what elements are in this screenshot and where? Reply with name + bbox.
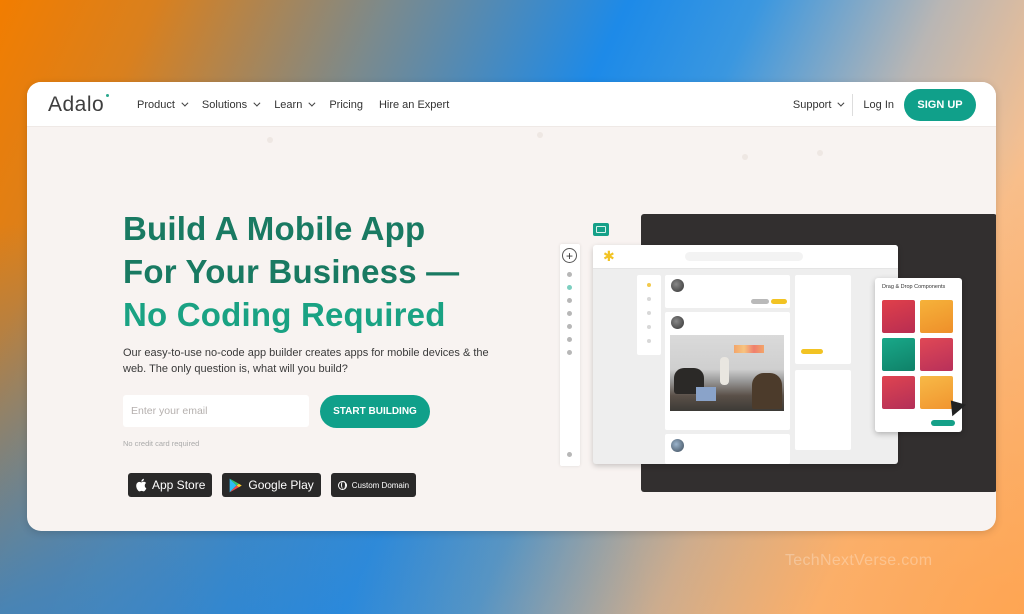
logo-dot-icon	[106, 94, 110, 97]
panel-action-button	[931, 420, 955, 426]
google-play-label: Google Play	[248, 478, 314, 492]
nav-right: Support Log In SIGN UP	[793, 82, 976, 127]
toolbar-icon	[567, 337, 572, 342]
hero-description: Our easy-to-use no-code app builder crea…	[123, 347, 489, 375]
browser-frame: Adalo Product Solutions Learn Pricing Hi…	[27, 82, 996, 531]
mockup-post-card	[665, 275, 790, 308]
chevron-down-icon	[253, 99, 261, 107]
app-store-badge[interactable]: App Store	[128, 473, 213, 497]
watermark: TechNextVerse.com	[785, 552, 933, 569]
globe-icon	[337, 480, 347, 490]
hero-title-line-3: No Coding Required	[123, 296, 446, 333]
nav-dot	[647, 311, 651, 315]
start-building-button[interactable]: START BUILDING	[320, 395, 430, 428]
nav-dot	[647, 297, 651, 301]
custom-domain-badge[interactable]: Custom Domain	[330, 473, 417, 497]
avatar	[671, 279, 684, 292]
app-store-label: App Store	[152, 478, 206, 492]
add-component-icon: +	[562, 248, 577, 263]
avatar	[671, 439, 684, 452]
decorative-dot	[537, 132, 543, 138]
custom-domain-label: Custom Domain	[351, 480, 410, 490]
mockup-list-card	[795, 275, 851, 364]
nav-support-label: Support	[792, 98, 832, 111]
nav-solutions[interactable]: Solutions	[201, 98, 261, 111]
decorative-dot	[742, 154, 748, 160]
nav-divider	[852, 93, 854, 116]
device-preview-icon	[593, 223, 609, 236]
app-logo-star-icon: ✱	[603, 248, 615, 264]
logo-text: Adalo	[48, 93, 105, 116]
nav-links: Product Solutions Learn Pricing Hire an …	[137, 82, 449, 127]
panel-title: Drag & Drop Components	[882, 284, 946, 290]
mockup-pill	[801, 349, 823, 354]
mockup-photo-card	[665, 312, 790, 430]
nav-support[interactable]: Support	[792, 98, 845, 111]
decorative-dot	[267, 137, 273, 143]
team-meeting-photo	[670, 335, 784, 411]
toolbar-icon	[567, 285, 572, 290]
nav-solutions-label: Solutions	[201, 98, 248, 111]
nav-learn[interactable]: Learn	[274, 98, 316, 111]
mockup-app-header: ✱	[593, 245, 898, 269]
component-tile	[920, 300, 953, 333]
mockup-toolbar: +	[560, 244, 580, 466]
email-input[interactable]	[123, 395, 309, 427]
avatar	[671, 316, 684, 329]
nav-pricing[interactable]: Pricing	[329, 99, 363, 111]
google-play-badge[interactable]: Google Play	[222, 473, 321, 497]
nav-learn-label: Learn	[274, 98, 303, 111]
mockup-side-nav	[637, 275, 661, 355]
component-tile	[882, 338, 915, 371]
mockup-search-bar	[685, 252, 803, 261]
chevron-down-icon	[308, 99, 316, 107]
mockup-pill	[751, 299, 769, 304]
chevron-down-icon	[181, 99, 189, 107]
nav-dot	[647, 325, 651, 329]
toolbar-icon	[567, 350, 572, 355]
hero-title-line-1: Build A Mobile App	[123, 210, 426, 247]
nav-hire-expert-label: Hire an Expert	[378, 98, 450, 111]
hero-title: Build A Mobile App For Your Business — N…	[123, 207, 459, 336]
toolbar-icon	[567, 298, 572, 303]
toolbar-icon	[567, 324, 572, 329]
chevron-down-icon	[837, 99, 845, 107]
signup-button[interactable]: SIGN UP	[904, 88, 976, 121]
hero-title-line-2: For Your Business —	[123, 253, 460, 290]
decorative-dot	[817, 150, 823, 156]
toolbar-icon	[567, 272, 572, 277]
apple-icon	[136, 478, 147, 492]
mockup-app-window: ✱	[593, 245, 898, 464]
nav-product-label: Product	[137, 98, 175, 111]
no-credit-card-note: No credit card required	[123, 439, 200, 448]
mockup-post-card	[665, 434, 790, 464]
toolbar-icon	[567, 311, 572, 316]
nav-hire-expert[interactable]: Hire an Expert	[379, 99, 449, 111]
nav-pricing-label: Pricing	[329, 98, 363, 111]
component-tile	[882, 300, 915, 333]
platform-badges: App Store Google Play Custom Domain	[128, 473, 417, 497]
nav-product[interactable]: Product	[137, 98, 189, 111]
component-tile	[882, 376, 915, 409]
logo[interactable]: Adalo	[48, 93, 110, 117]
mockup-list-card	[795, 370, 851, 450]
settings-icon	[567, 452, 572, 457]
component-tile	[920, 338, 953, 371]
nav-dot	[647, 283, 651, 287]
login-link[interactable]: Log In	[863, 99, 894, 111]
top-navigation: Adalo Product Solutions Learn Pricing Hi…	[27, 82, 996, 127]
nav-dot	[647, 339, 651, 343]
google-play-icon	[230, 478, 243, 492]
mockup-pill	[771, 299, 787, 304]
